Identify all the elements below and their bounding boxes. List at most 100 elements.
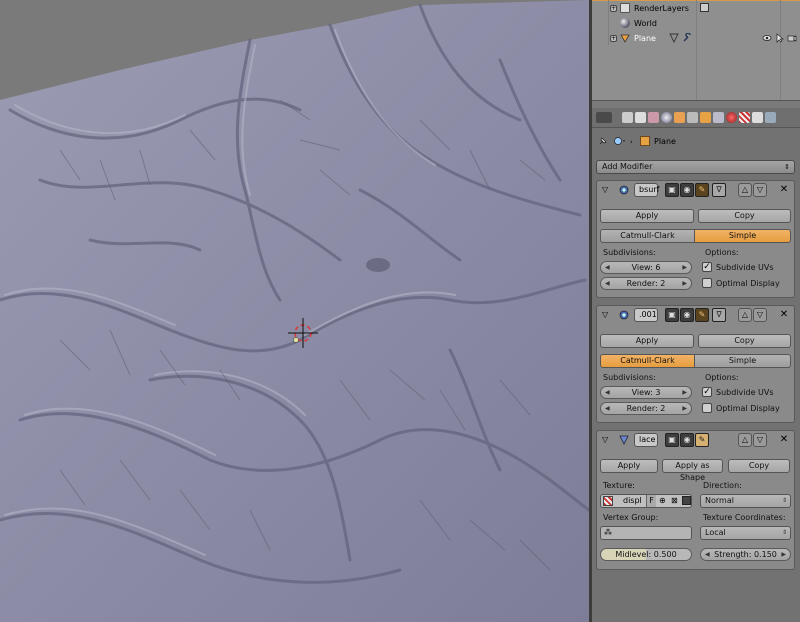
increment-arrow-icon[interactable]: ▶ — [682, 403, 687, 414]
modifier-header[interactable]: ▽ lace ▣ ◉ ✎ △ ▽ ✕ — [597, 431, 794, 449]
add-modifier-dropdown[interactable]: Add Modifier ⇕ — [596, 160, 795, 174]
texture-browse-icon[interactable] — [682, 496, 691, 505]
remove-modifier-icon[interactable]: ✕ — [778, 433, 790, 447]
expand-icon[interactable]: + — [610, 35, 617, 42]
world-icon[interactable] — [661, 112, 672, 123]
editmode-cage-icon[interactable]: ▣ — [665, 183, 679, 197]
scene-icon[interactable] — [648, 112, 659, 123]
editmode-cage-icon[interactable]: ▣ — [665, 308, 679, 322]
add-texture-icon[interactable]: ⊕ — [659, 495, 666, 507]
mesh-data-icon[interactable] — [669, 33, 679, 44]
copy-button[interactable]: Copy — [728, 459, 790, 473]
mode-catmull-clark[interactable]: Catmull-Clark — [600, 354, 695, 368]
modifiers-wrench-icon[interactable] — [700, 112, 711, 123]
render-layer-icon[interactable] — [700, 3, 709, 12]
pin-icon[interactable] — [598, 136, 608, 146]
object-icon[interactable] — [674, 112, 685, 123]
expand-icon[interactable]: + — [610, 5, 617, 12]
3d-viewport[interactable] — [0, 0, 589, 622]
eye-icon[interactable] — [762, 33, 772, 43]
outliner-row-world[interactable]: World — [592, 16, 800, 31]
render-icon[interactable] — [622, 112, 633, 123]
editmode-toggle-icon[interactable]: ✎ — [695, 183, 709, 197]
apply-as-shape-button[interactable]: Apply as Shape — [662, 459, 723, 482]
editmode-toggle-icon[interactable]: ✎ — [695, 433, 709, 447]
optimal-display-checkbox[interactable] — [702, 403, 712, 413]
viewport-visibility-eye-icon[interactable]: ◉ — [680, 308, 694, 322]
decrement-arrow-icon[interactable]: ◀ — [605, 262, 610, 273]
decrement-arrow-icon[interactable]: ◀ — [605, 387, 610, 398]
physics-icon[interactable] — [765, 112, 776, 123]
modifier-name-field[interactable]: lace — [634, 433, 658, 447]
collapse-triangle-icon[interactable]: ▽ — [602, 185, 608, 194]
move-down-icon[interactable]: ▽ — [753, 183, 767, 197]
vertex-group-field[interactable]: ⁂ — [600, 526, 692, 540]
increment-arrow-icon[interactable]: ▶ — [682, 387, 687, 398]
collapse-triangle-icon[interactable]: ▽ — [602, 310, 608, 319]
copy-button[interactable]: Copy — [698, 209, 791, 223]
move-up-icon[interactable]: △ — [738, 433, 752, 447]
particles-icon[interactable] — [752, 112, 763, 123]
area-splitter[interactable] — [592, 100, 800, 108]
increment-arrow-icon[interactable]: ▶ — [781, 549, 786, 560]
move-up-icon[interactable]: △ — [738, 183, 752, 197]
midlevel-slider[interactable]: Midlevel: 0.500 — [600, 548, 692, 561]
outliner-row-plane[interactable]: + Plane — [592, 31, 800, 46]
mode-catmull-clark[interactable]: Catmull-Clark — [600, 229, 695, 243]
decrement-arrow-icon[interactable]: ◀ — [605, 278, 610, 289]
on-cage-triangle-icon[interactable]: ∇ — [712, 308, 726, 322]
mode-simple[interactable]: Simple — [695, 229, 791, 243]
texture-selector[interactable]: displ F ⊕ ⊠ — [600, 494, 692, 508]
wrench-icon[interactable] — [682, 32, 692, 43]
modifier-header[interactable]: ▽ bsurf ▣ ◉ ✎ ∇ △ ▽ ✕ — [597, 181, 794, 199]
increment-arrow-icon[interactable]: ▶ — [682, 262, 687, 273]
remove-modifier-icon[interactable]: ✕ — [778, 183, 790, 197]
subdivide-uvs-checkbox[interactable]: ✓ — [702, 387, 712, 397]
render-layers-icon[interactable] — [635, 112, 646, 123]
apply-button[interactable]: Apply — [600, 459, 658, 473]
move-up-icon[interactable]: △ — [738, 308, 752, 322]
modifier-name-field[interactable]: bsurf — [634, 183, 659, 197]
viewport-visibility-eye-icon[interactable]: ◉ — [680, 433, 694, 447]
unlink-icon[interactable]: ⊠ — [671, 495, 678, 507]
texture-icon[interactable] — [739, 112, 750, 123]
viewport-visibility-eye-icon[interactable]: ◉ — [680, 183, 694, 197]
modifier-header[interactable]: ▽ .001 ▣ ◉ ✎ ∇ △ ▽ ✕ — [597, 306, 794, 324]
strength-field[interactable]: ◀ Strength: 0.150 ▶ — [700, 548, 791, 561]
mode-simple[interactable]: Simple — [695, 354, 791, 368]
subdivide-uvs-checkbox[interactable]: ✓ — [702, 262, 712, 272]
texture-checker-icon[interactable] — [603, 496, 613, 506]
decrement-arrow-icon[interactable]: ◀ — [605, 403, 610, 414]
object-browse-icon[interactable] — [614, 136, 626, 146]
render-levels-field[interactable]: ◀ Render: 2 ▶ — [600, 402, 692, 415]
camera-icon[interactable] — [787, 33, 797, 43]
render-levels-value: Render: 2 — [626, 404, 666, 413]
modifier-name-field[interactable]: .001 — [634, 308, 658, 322]
apply-button[interactable]: Apply — [600, 334, 694, 348]
render-levels-field[interactable]: ◀ Render: 2 ▶ — [600, 277, 692, 290]
optimal-display-checkbox[interactable] — [702, 278, 712, 288]
texture-coordinates-dropdown[interactable]: Local ⇕ — [700, 526, 791, 540]
editmode-cage-icon[interactable]: ▣ — [665, 433, 679, 447]
editor-type-icon[interactable] — [596, 112, 612, 123]
editmode-toggle-icon[interactable]: ✎ — [695, 308, 709, 322]
view-levels-field[interactable]: ◀ View: 3 ▶ — [600, 386, 692, 399]
on-cage-triangle-icon[interactable]: ∇ — [712, 183, 726, 197]
constraints-icon[interactable] — [687, 112, 698, 123]
direction-dropdown[interactable]: Normal ⇕ — [700, 494, 791, 508]
mesh-data-icon[interactable] — [713, 112, 724, 123]
copy-button[interactable]: Copy — [698, 334, 791, 348]
view-levels-field[interactable]: ◀ View: 6 ▶ — [600, 261, 692, 274]
cursor-select-icon[interactable] — [775, 33, 785, 43]
move-down-icon[interactable]: ▽ — [753, 308, 767, 322]
remove-modifier-icon[interactable]: ✕ — [778, 308, 790, 322]
apply-button[interactable]: Apply — [600, 209, 694, 223]
material-icon[interactable] — [726, 112, 737, 123]
add-modifier-label: Add Modifier — [602, 162, 653, 171]
outliner-row-renderlayers[interactable]: + RenderLayers — [592, 1, 800, 16]
increment-arrow-icon[interactable]: ▶ — [682, 278, 687, 289]
fake-user-button[interactable]: F — [646, 495, 656, 507]
decrement-arrow-icon[interactable]: ◀ — [705, 549, 710, 560]
collapse-triangle-icon[interactable]: ▽ — [602, 435, 608, 444]
move-down-icon[interactable]: ▽ — [753, 433, 767, 447]
